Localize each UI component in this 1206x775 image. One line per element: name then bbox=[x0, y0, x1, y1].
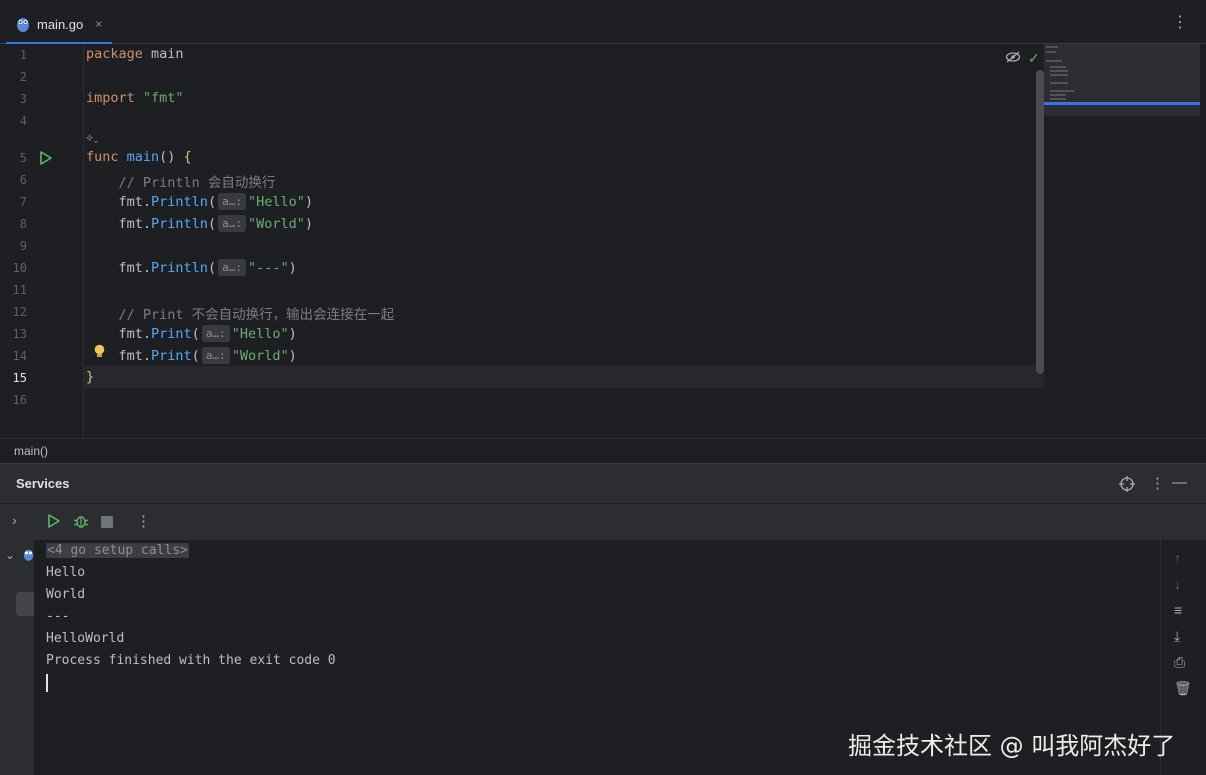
stop-icon[interactable] bbox=[101, 516, 113, 528]
expand-chevron-icon[interactable]: › bbox=[12, 512, 17, 528]
console-line: Process finished with the exit code 0 bbox=[46, 653, 336, 668]
code-line-3: import "fmt" bbox=[86, 90, 184, 106]
tab-main-go[interactable]: main.go × bbox=[6, 6, 112, 44]
line-number: 11 bbox=[12, 283, 27, 297]
code-line-13: fmt.Print(a…: "Hello") bbox=[86, 325, 297, 342]
print-icon[interactable]: ⎙ bbox=[1174, 654, 1185, 671]
setup-calls-fold[interactable]: <4 go setup calls> bbox=[46, 543, 189, 558]
line-number: 16 bbox=[12, 393, 27, 407]
line-number-current: 15 bbox=[12, 371, 27, 385]
console-line: --- bbox=[46, 609, 70, 624]
code-line-10: fmt.Println(a…: "---") bbox=[86, 259, 297, 276]
line-number: 4 bbox=[19, 114, 27, 128]
code-line-6: // Println 会自动换行 bbox=[86, 175, 276, 191]
line-number: 1 bbox=[19, 48, 27, 62]
close-tab-icon[interactable]: × bbox=[95, 17, 102, 31]
code-line-15: } bbox=[86, 369, 95, 385]
line-number: 7 bbox=[19, 195, 27, 209]
line-number: 9 bbox=[19, 239, 27, 253]
tree-collapse-chevron-icon[interactable]: ⌄ bbox=[5, 548, 15, 562]
line-number: 10 bbox=[12, 261, 27, 275]
line-number: 3 bbox=[19, 92, 27, 106]
scroll-to-end-icon[interactable]: ⤓ bbox=[1174, 628, 1180, 645]
minimize-icon[interactable]: — bbox=[1172, 474, 1187, 491]
code-line-5: func main() { bbox=[86, 149, 192, 165]
line-number: 14 bbox=[12, 349, 27, 363]
editor-tab-bar: main.go × ⋮ bbox=[0, 0, 1206, 44]
code-minimap[interactable] bbox=[1044, 44, 1200, 116]
clear-trash-icon[interactable]: 🗑 bbox=[1174, 680, 1192, 697]
code-line-12: // Print 不会自动换行，输出会连接在一起 bbox=[86, 307, 395, 323]
code-line-1: package main bbox=[86, 46, 184, 62]
console-line: Hello bbox=[46, 565, 86, 580]
line-number: 12 bbox=[12, 305, 27, 319]
crosshair-icon[interactable] bbox=[1119, 476, 1135, 492]
code-line-7: fmt.Println(a…: "Hello") bbox=[86, 193, 313, 210]
services-header: Services ⋮ — bbox=[0, 464, 1206, 504]
code-line-8: fmt.Println(a…: "World") bbox=[86, 215, 313, 232]
toolbar-more-icon[interactable]: ⋮ bbox=[136, 512, 151, 530]
services-title: Services bbox=[16, 476, 70, 491]
breadcrumb[interactable]: main() bbox=[0, 438, 1206, 463]
current-line-highlight bbox=[84, 366, 1044, 388]
reader-mode-eye-icon[interactable] bbox=[1005, 51, 1021, 63]
code-editor[interactable]: 1 2 3 4 5 6 7 8 9 10 11 12 13 14 15 16 ⟡… bbox=[0, 44, 1206, 438]
inspection-ok-check-icon[interactable]: ✓ bbox=[1028, 50, 1040, 67]
gutter-divider bbox=[83, 44, 84, 438]
console-line: HelloWorld bbox=[46, 631, 125, 646]
ai-fold-icon[interactable]: ⟡⌄ bbox=[86, 132, 98, 145]
line-number: 13 bbox=[12, 327, 27, 341]
editor-scrollbar[interactable] bbox=[1036, 70, 1044, 374]
debug-icon[interactable] bbox=[73, 513, 89, 529]
line-number: 2 bbox=[19, 70, 27, 84]
run-gutter-icon[interactable] bbox=[39, 151, 53, 165]
soft-wrap-icon[interactable]: ≡ bbox=[1174, 602, 1182, 618]
tab-filename: main.go bbox=[37, 16, 84, 32]
console-line: World bbox=[46, 587, 86, 602]
text-caret bbox=[46, 674, 48, 692]
services-tree: ⌄ bbox=[0, 540, 34, 775]
go-file-icon bbox=[17, 18, 29, 32]
tab-more-icon[interactable]: ⋮ bbox=[1172, 12, 1188, 32]
services-panel: Services ⋮ — › ⋮ ⌄ <4 go setup calls> He… bbox=[0, 463, 1206, 775]
scroll-up-icon[interactable]: ↑ bbox=[1174, 550, 1181, 566]
run-icon[interactable] bbox=[47, 514, 61, 528]
minimap-viewport bbox=[1044, 102, 1200, 105]
services-toolbar: › ⋮ bbox=[0, 504, 1206, 540]
services-more-icon[interactable]: ⋮ bbox=[1150, 474, 1165, 492]
scroll-down-icon[interactable]: ↓ bbox=[1174, 576, 1181, 592]
code-line-14: fmt.Print(a…: "World") bbox=[86, 347, 297, 364]
go-run-config-icon[interactable] bbox=[23, 548, 34, 561]
line-number: 8 bbox=[19, 217, 27, 231]
tree-selected-item[interactable] bbox=[16, 592, 34, 616]
line-number: 6 bbox=[19, 173, 27, 187]
watermark: 掘金技术社区 @ 叫我阿杰好了 bbox=[848, 732, 1176, 760]
line-number: 5 bbox=[19, 151, 27, 165]
